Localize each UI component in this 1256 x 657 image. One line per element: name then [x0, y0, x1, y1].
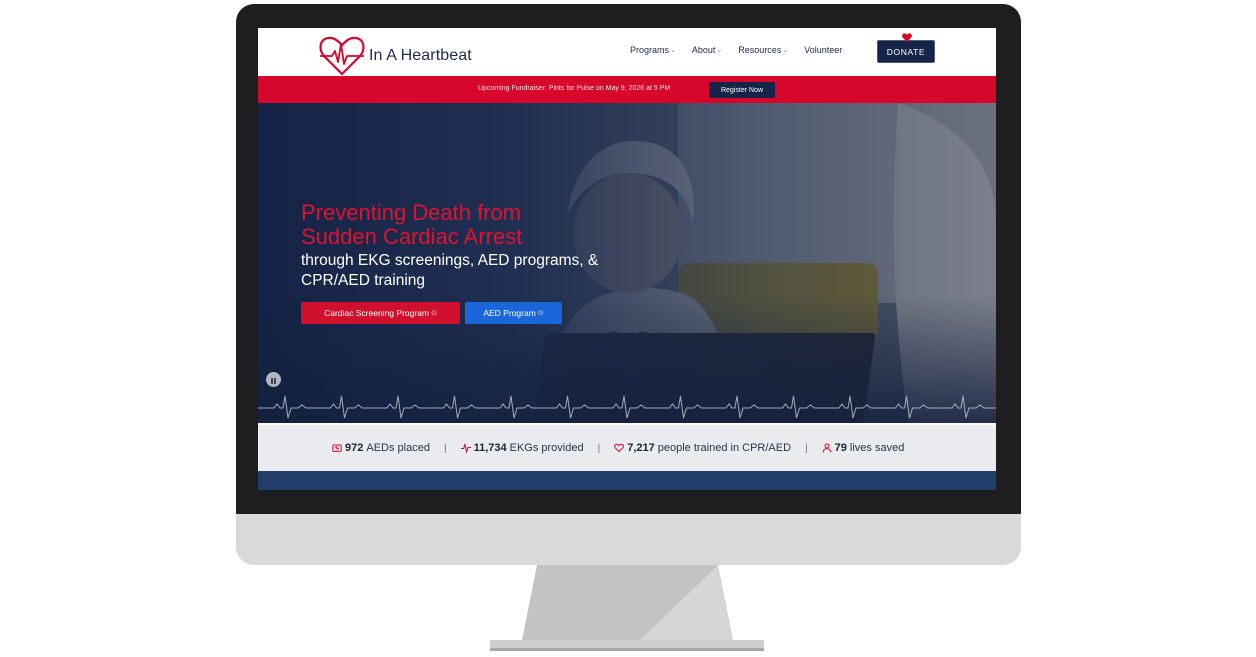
heart-icon	[902, 33, 912, 42]
aed-program-button[interactable]: AED Program ⊙	[465, 302, 562, 324]
next-section-band	[258, 471, 996, 490]
impact-stats-bar: 972 AEDs placed | 11,734 EKGs provided |…	[258, 423, 996, 471]
announcement-text: Upcoming Fundraiser: Pints for Pulse on …	[478, 85, 671, 92]
monitor-chin	[236, 514, 1021, 565]
site-header: In A Heartbeat Programs ⌄ About ⌄ Resour…	[258, 28, 996, 76]
pulse-icon	[460, 443, 471, 453]
register-now-button[interactable]: Register Now	[709, 82, 775, 98]
stats-row: 972 AEDs placed | 11,734 EKGs provided |…	[332, 442, 904, 454]
heart-hand-icon	[614, 443, 625, 453]
cardiac-screening-program-button[interactable]: Cardiac Screening Program ⊙	[301, 302, 460, 324]
pause-icon	[270, 371, 276, 389]
stat-separator: |	[597, 442, 601, 454]
stat-lives: 79 lives saved	[822, 442, 904, 454]
donate-button[interactable]: DONATE	[877, 40, 935, 63]
nav-programs[interactable]: Programs ⌄	[630, 45, 676, 55]
hero-banner: Preventing Death from Sudden Cardiac Arr…	[258, 103, 996, 423]
site-title: In A Heartbeat	[369, 47, 472, 64]
nav-resources[interactable]: Resources ⌄	[738, 45, 788, 55]
heart-ekg-logo-icon	[319, 36, 365, 76]
ekg-line-decoration	[258, 395, 996, 419]
person-icon	[822, 443, 831, 453]
hero-title: Preventing Death from Sudden Cardiac Arr…	[301, 200, 523, 249]
stat-trained: 7,217 people trained in CPR/AED	[614, 442, 791, 454]
stat-separator: |	[805, 442, 808, 454]
browser-viewport: In A Heartbeat Programs ⌄ About ⌄ Resour…	[258, 28, 996, 490]
main-nav: Programs ⌄ About ⌄ Resources ⌄ Volunteer	[630, 45, 858, 55]
stat-separator: |	[443, 442, 447, 454]
chevron-down-icon: ⌄	[670, 47, 676, 54]
stat-aeds: 972 AEDs placed	[332, 442, 430, 454]
chevron-down-icon: ⌄	[716, 47, 723, 54]
aed-icon	[332, 444, 342, 452]
circle-arrow-icon: ⊙	[431, 310, 437, 317]
pause-video-button[interactable]	[266, 372, 281, 387]
hero-subtitle: through EKG screenings, AED programs, & …	[301, 252, 599, 289]
chevron-down-icon: ⌄	[782, 47, 789, 54]
site-logo[interactable]: In A Heartbeat	[318, 34, 472, 78]
nav-volunteer[interactable]: Volunteer	[804, 45, 842, 55]
nav-about[interactable]: About ⌄	[692, 45, 722, 55]
announcement-bar: Upcoming Fundraiser: Pints for Pulse on …	[258, 76, 996, 103]
stat-ekgs: 11,734 EKGs provided	[460, 442, 584, 454]
circle-arrow-icon: ⊙	[537, 310, 544, 317]
